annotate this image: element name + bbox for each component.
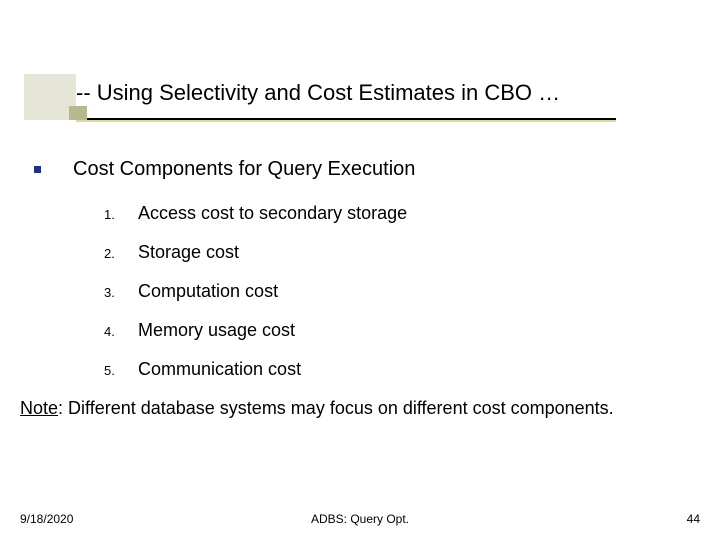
list-number: 4. [104,324,138,339]
list-item: 5. Communication cost [104,359,690,380]
list-item: 4. Memory usage cost [104,320,690,341]
list-item: 3. Computation cost [104,281,690,302]
bullet-row: Cost Components for Query Execution [30,158,690,181]
bullet-text: Cost Components for Query Execution [73,158,415,181]
note-text: : Different database systems may focus o… [58,398,614,418]
list-text: Access cost to secondary storage [138,203,407,224]
numbered-list: 1. Access cost to secondary storage 2. S… [104,203,690,380]
footer-center: ADBS: Query Opt. [311,512,409,526]
list-text: Memory usage cost [138,320,295,341]
list-number: 1. [104,207,138,222]
footer-page-number: 44 [687,512,700,526]
bullet-icon [34,166,41,173]
list-number: 3. [104,285,138,300]
list-text: Storage cost [138,242,239,263]
list-text: Communication cost [138,359,301,380]
list-number: 2. [104,246,138,261]
title-underline [76,118,616,120]
footer: 9/18/2020 ADBS: Query Opt. 44 [0,512,720,526]
slide-title: -- Using Selectivity and Cost Estimates … [76,80,560,106]
footer-date: 9/18/2020 [20,512,73,526]
list-item: 2. Storage cost [104,242,690,263]
note: Note: Different database systems may foc… [20,398,690,419]
note-label: Note [20,398,58,418]
list-item: 1. Access cost to secondary storage [104,203,690,224]
slide-body: Cost Components for Query Execution 1. A… [30,158,690,419]
title-decoration-accent [69,106,87,120]
list-number: 5. [104,363,138,378]
slide: -- Using Selectivity and Cost Estimates … [0,0,720,540]
list-text: Computation cost [138,281,278,302]
